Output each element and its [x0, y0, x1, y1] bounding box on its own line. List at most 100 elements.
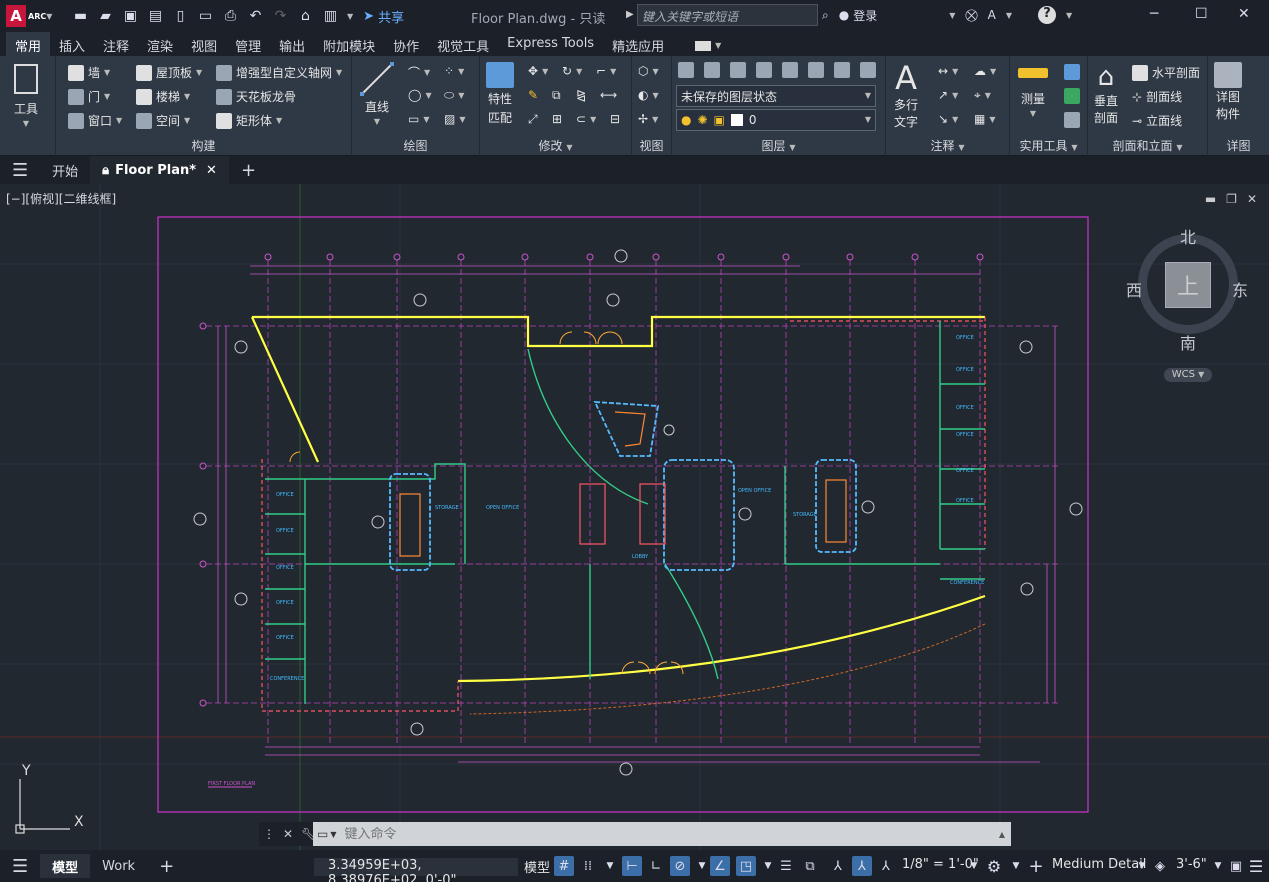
stretch-button[interactable]: ⟷	[600, 88, 617, 102]
selection-cycling-icon[interactable]: ⧉	[800, 856, 820, 876]
user-icon[interactable]: ●	[839, 8, 849, 22]
line-button[interactable]: 直线 ▼	[360, 62, 394, 126]
command-history-icon[interactable]: ▲	[999, 830, 1005, 839]
select-all-button[interactable]	[1064, 88, 1080, 104]
model-space-button[interactable]: 模型	[524, 857, 550, 876]
cart-icon[interactable]: ⛒	[965, 8, 977, 23]
tools-button[interactable]: 工具 ▼	[14, 64, 38, 128]
label-button[interactable]: ⌖ ▼	[974, 88, 991, 103]
autodesk-icon[interactable]: A	[988, 8, 996, 22]
explode-button[interactable]: ⊟	[610, 112, 620, 126]
dimension-button[interactable]: ↔ ▼	[938, 64, 958, 78]
login-dropdown-icon[interactable]: ▼	[949, 11, 955, 20]
copy-button[interactable]: ⧉	[552, 88, 561, 103]
new-tab-icon[interactable]: +	[229, 156, 268, 184]
osnap-caret-icon[interactable]: ▼	[758, 856, 778, 876]
ribbon-tab[interactable]: Express Tools	[498, 32, 603, 56]
ribbon-tab[interactable]: 输出	[270, 32, 314, 56]
viewport-close-icon[interactable]: ✕	[1247, 192, 1257, 206]
command-recent-icon[interactable]: ▭	[317, 827, 328, 841]
command-customize-icon[interactable]: 🔧︎	[301, 827, 316, 841]
panel-build-label[interactable]: 构建	[56, 137, 351, 154]
layer-match-icon[interactable]	[808, 62, 824, 78]
crosshair-plus-icon[interactable]: +	[1026, 856, 1046, 877]
panel-layers-label-row[interactable]: 图层 ▼	[672, 137, 885, 154]
elevation-caret-icon[interactable]: ▼	[1208, 856, 1228, 876]
save-as-icon[interactable]: ▤	[147, 8, 164, 24]
maximize-icon[interactable]: ☐	[1195, 6, 1208, 22]
layer-isolate-icon[interactable]	[704, 62, 720, 78]
elevation-value[interactable]: 3'-6"	[1176, 857, 1207, 872]
wcs-menu[interactable]: WCS ▼	[1164, 368, 1212, 382]
workspace-switch-icon[interactable]: ▥	[322, 8, 339, 24]
viewcube[interactable]: 上 北 南 西 东	[1126, 222, 1248, 353]
panel-utilities-label-row[interactable]: 实用工具 ▼	[1010, 137, 1087, 154]
window-button[interactable]: 窗口 ▼	[68, 112, 122, 129]
door-button[interactable]: 门 ▼	[68, 88, 110, 105]
layer-merge-icon[interactable]	[860, 62, 876, 78]
redo-icon[interactable]: ↷	[272, 8, 289, 24]
customize-status-icon[interactable]: ☰	[1246, 856, 1266, 876]
hatch-button[interactable]: ▨ ▼	[444, 112, 466, 126]
pan-button[interactable]: ✢ ▼	[638, 112, 658, 126]
ribbon-tab[interactable]: 渲染	[138, 32, 182, 56]
ribbon-tab[interactable]: 精选应用	[603, 32, 673, 56]
point-button[interactable]: ⁘ ▼	[444, 64, 464, 78]
polyline-button[interactable]: ⌒ ▼	[408, 64, 430, 81]
close-icon[interactable]: ✕	[1238, 6, 1250, 22]
elevation-icon[interactable]: ◈	[1150, 856, 1170, 876]
viewport-label[interactable]: [−][俯视][二维线框]	[6, 190, 116, 207]
infer-constraints-icon[interactable]: ⊢	[622, 856, 642, 876]
polar-tracking-icon[interactable]: ⊘	[670, 856, 690, 876]
viewport-restore-icon[interactable]: ❐	[1226, 192, 1237, 206]
box-button[interactable]: 矩形体 ▼	[216, 112, 282, 129]
visual-style-button[interactable]: ◐ ▼	[638, 88, 659, 102]
compass-west[interactable]: 西	[1126, 277, 1142, 301]
detail-caret-icon[interactable]: ▼	[1132, 856, 1152, 876]
share-button[interactable]: ➤ 共享	[363, 7, 404, 26]
panel-annotate-label-row[interactable]: 注释 ▼	[886, 137, 1009, 154]
auto-scale-icon[interactable]: ⅄	[852, 856, 872, 876]
ribbon-tab[interactable]: 管理	[226, 32, 270, 56]
ribbon-tab[interactable]: 常用	[6, 32, 51, 56]
polar-caret-icon[interactable]: ▼	[692, 856, 712, 876]
command-input[interactable]	[336, 826, 999, 842]
new-file-icon[interactable]: ▬	[72, 8, 89, 24]
offset-button[interactable]: ⊂ ▼	[576, 112, 596, 126]
drawing-canvas[interactable]: OFFICE OFFICE OFFICE OFFICE OFFICE CONFEREN…	[0, 184, 1269, 850]
ribbon-tab[interactable]: 视觉工具	[428, 32, 498, 56]
viewcube-top-face[interactable]: 上	[1165, 262, 1211, 308]
calculator-button[interactable]	[1064, 112, 1080, 128]
panel-section-label-row[interactable]: 剖面和立面 ▼	[1088, 137, 1207, 154]
annotation-visibility-icon[interactable]: ⅄	[828, 856, 848, 876]
ribbon-tab[interactable]: 注释	[94, 32, 138, 56]
roof-button[interactable]: 屋顶板 ▼	[136, 64, 202, 81]
horizontal-section-button[interactable]: 水平剖面	[1132, 64, 1200, 81]
table-button[interactable]: ▦ ▼	[974, 112, 996, 126]
compass-south[interactable]: 南	[1180, 330, 1196, 354]
layer-lock-icon[interactable]	[782, 62, 798, 78]
measure-button[interactable]: 测量 ▼	[1018, 68, 1048, 118]
grid-button[interactable]: 增强型自定义轴网 ▼	[216, 64, 342, 81]
quick-select-button[interactable]	[1064, 64, 1080, 80]
autodesk-dropdown-icon[interactable]: ▼	[1006, 11, 1012, 20]
publish-icon[interactable]: ▭	[197, 8, 214, 24]
layout-menu-icon[interactable]: ☰	[0, 854, 40, 878]
login-button[interactable]: 登录	[853, 7, 877, 24]
circle-button[interactable]: ◯ ▼	[408, 88, 432, 102]
detail-components-button[interactable]: 详图 构件	[1214, 62, 1242, 122]
close-tab-icon[interactable]: ✕	[206, 163, 217, 178]
array-button[interactable]: ⊞	[552, 112, 562, 126]
layer-properties-icon[interactable]	[678, 62, 694, 78]
layer-walk-icon[interactable]	[834, 62, 850, 78]
move-button[interactable]: ✥ ▼	[528, 64, 548, 78]
grid-display-icon[interactable]: #	[554, 856, 574, 876]
file-menu-icon[interactable]: ☰	[0, 156, 40, 184]
scale-caret-icon[interactable]: ▼	[964, 856, 984, 876]
app-logo[interactable]: A ARC ▼	[6, 4, 54, 28]
ribbon-tab[interactable]: 附加模块	[314, 32, 384, 56]
drawing-viewport[interactable]: OFFICE OFFICE OFFICE OFFICE OFFICE CONFEREN…	[0, 184, 1269, 850]
ceiling-grid-button[interactable]: 天花板龙骨	[216, 88, 296, 105]
layer-state-dropdown[interactable]: 未保存的图层状态 ▼	[676, 85, 876, 107]
layer-freeze-icon[interactable]	[730, 62, 746, 78]
